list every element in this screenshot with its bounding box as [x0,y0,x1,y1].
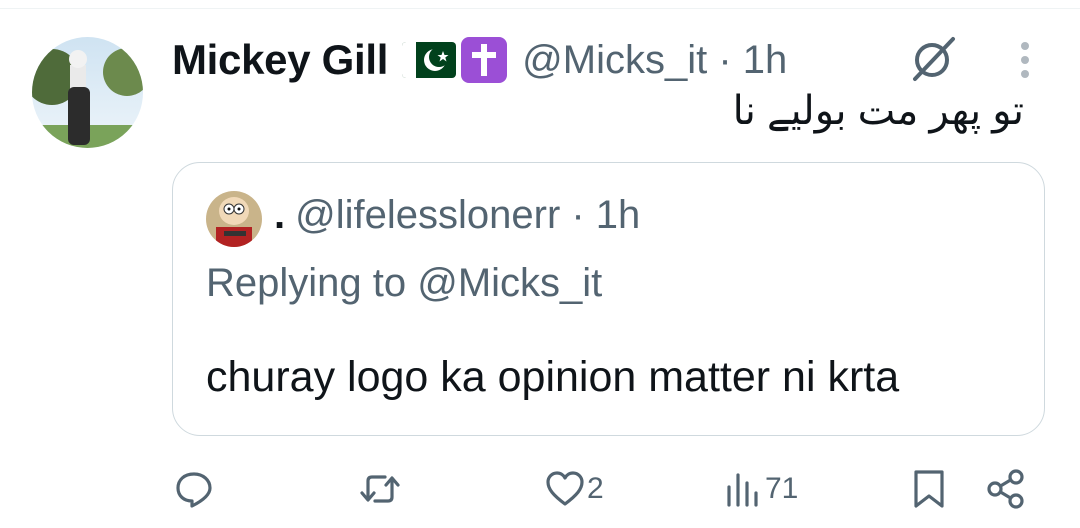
like-count: 2 [587,472,604,505]
quoted-display-name[interactable]: . [274,193,285,237]
share-button[interactable] [985,465,1027,513]
quoted-author-avatar[interactable] [206,191,262,247]
quoted-header: . @lifelesslonerr · 1h [274,193,640,238]
author-avatar[interactable] [32,37,143,148]
grok-icon[interactable] [905,31,961,87]
author-handle-time[interactable]: @Micks_it · 1h [522,38,787,83]
tweet-text: تو پھر مت بولیے نا [732,89,1024,133]
reply-icon [176,472,212,508]
share-icon [987,469,1024,509]
like-button[interactable]: 2 [545,465,604,513]
views-button[interactable]: 71 [725,465,798,513]
bookmark-button[interactable] [912,465,946,513]
views-icon [727,473,758,507]
tweet-header: Mickey Gill @Micks_it · 1h [172,30,787,90]
reply-button[interactable] [174,465,216,513]
retweet-icon [360,475,400,503]
latin-cross-emoji [461,37,508,83]
author-name[interactable]: Mickey Gill [172,36,388,84]
pakistan-flag-emoji [402,42,457,78]
quoted-handle-time[interactable]: @lifelesslonerr · 1h [295,193,640,237]
quoted-text: churay logo ka opinion matter ni krta [206,353,900,401]
heart-icon [546,471,584,506]
views-count: 71 [765,472,799,505]
more-vertical-icon[interactable] [1002,38,1048,84]
author-badges [402,36,508,84]
quoted-tweet[interactable]: . @lifelesslonerr · 1h Replying to @Micks… [172,162,1045,436]
retweet-button[interactable] [358,465,404,513]
replying-to: Replying to @Micks_it [206,261,603,305]
bookmark-icon [914,470,944,508]
top-divider [0,8,1080,9]
